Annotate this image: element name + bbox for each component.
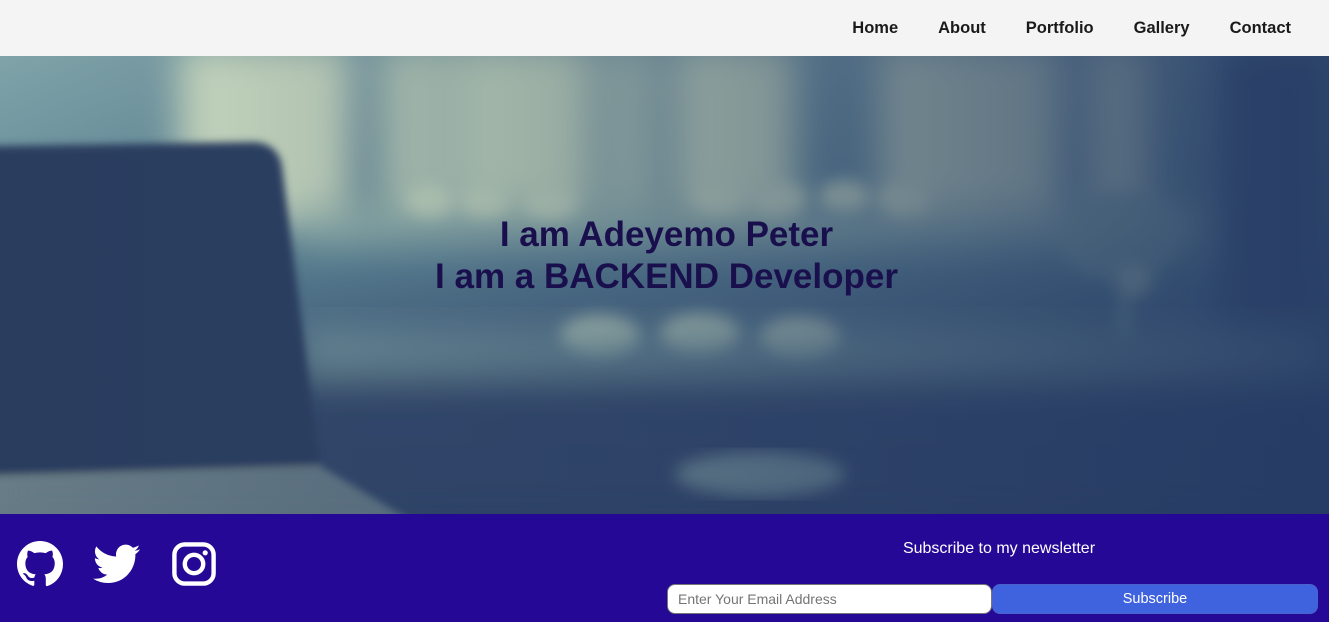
- nav-item-portfolio: Portfolio: [1026, 19, 1094, 38]
- github-link[interactable]: [16, 540, 64, 588]
- nav-link-about[interactable]: About: [938, 19, 986, 37]
- nav-item-home: Home: [852, 19, 898, 38]
- hero-line-name: I am Adeyemo Peter: [499, 215, 834, 254]
- hero-heading: I am Adeyemo Peter I am a BACKEND Develo…: [0, 214, 1329, 298]
- subscribe-button[interactable]: Subscribe: [992, 584, 1318, 614]
- newsletter-title: Subscribe to my newsletter: [902, 540, 1096, 557]
- nav-item-gallery: Gallery: [1134, 19, 1190, 38]
- nav-menu: Home About Portfolio Gallery Contact: [812, 0, 1291, 56]
- social-links: [16, 540, 247, 588]
- instagram-link[interactable]: [170, 540, 218, 588]
- nav-item-contact: Contact: [1230, 19, 1291, 38]
- nav-link-gallery[interactable]: Gallery: [1134, 19, 1190, 37]
- hero-section: I am Adeyemo Peter I am a BACKEND Develo…: [0, 56, 1329, 514]
- top-navbar: Home About Portfolio Gallery Contact: [0, 0, 1329, 56]
- twitter-icon: [93, 544, 141, 583]
- nav-item-about: About: [938, 19, 986, 38]
- nav-link-contact[interactable]: Contact: [1230, 19, 1291, 37]
- nav-link-portfolio[interactable]: Portfolio: [1026, 19, 1094, 37]
- email-input[interactable]: [667, 584, 992, 614]
- hero-line-role: I am a BACKEND Developer: [435, 257, 898, 296]
- twitter-link[interactable]: [93, 540, 141, 588]
- footer: Subscribe to my newsletter Subscribe: [0, 514, 1329, 622]
- nav-link-home[interactable]: Home: [852, 19, 898, 37]
- instagram-icon: [172, 542, 216, 586]
- github-icon: [17, 541, 64, 587]
